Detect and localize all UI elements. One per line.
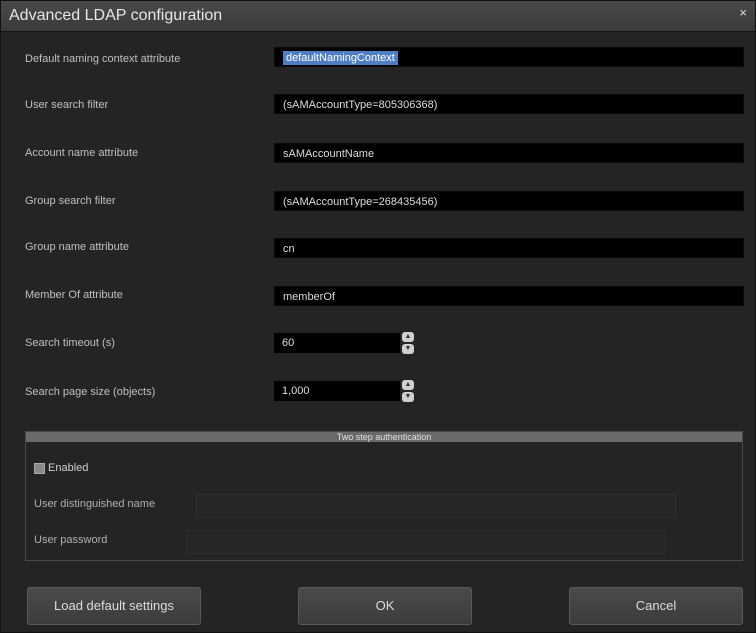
default-naming-context-label: Default naming context attribute bbox=[25, 53, 181, 65]
enabled-checkbox[interactable]: Enabled bbox=[34, 462, 88, 474]
dialog-title: Advanced LDAP configuration bbox=[9, 7, 223, 24]
selected-text: defaultNamingContext bbox=[283, 51, 398, 65]
user-search-filter-label: User search filter bbox=[25, 99, 109, 111]
user-search-filter-input[interactable]: (sAMAccountType=805306368) bbox=[274, 94, 744, 114]
chevron-up-icon[interactable]: ▲ bbox=[402, 380, 414, 390]
default-naming-context-input[interactable]: defaultNamingContext bbox=[274, 47, 744, 67]
ok-button[interactable]: OK bbox=[298, 587, 472, 625]
chevron-up-icon[interactable]: ▲ bbox=[402, 332, 414, 342]
account-name-attribute-input[interactable]: sAMAccountName bbox=[274, 143, 744, 163]
search-timeout-label: Search timeout (s) bbox=[25, 337, 115, 349]
group-search-filter-label: Group search filter bbox=[25, 195, 116, 207]
group-title: Two step authentication bbox=[26, 432, 742, 442]
close-icon[interactable]: × bbox=[739, 5, 747, 20]
search-timeout-stepper[interactable]: ▲ ▼ bbox=[402, 332, 416, 354]
title-bar: Advanced LDAP configuration × bbox=[1, 1, 755, 32]
ldap-config-dialog: Advanced LDAP configuration × Default na… bbox=[0, 0, 756, 633]
chevron-down-icon[interactable]: ▼ bbox=[402, 392, 414, 402]
cancel-button[interactable]: Cancel bbox=[569, 587, 743, 625]
group-name-attribute-input[interactable]: cn bbox=[274, 238, 744, 258]
search-page-size-input[interactable]: 1,000 bbox=[274, 381, 400, 401]
load-default-settings-button[interactable]: Load default settings bbox=[27, 587, 201, 625]
user-password-label: User password bbox=[34, 534, 108, 546]
checkbox-icon[interactable] bbox=[34, 462, 45, 474]
user-dn-label: User distinguished name bbox=[34, 498, 156, 510]
search-page-size-label: Search page size (objects) bbox=[25, 386, 156, 398]
search-timeout-input[interactable]: 60 bbox=[274, 333, 400, 353]
group-search-filter-input[interactable]: (sAMAccountType=268435456) bbox=[274, 191, 744, 211]
user-dn-input[interactable] bbox=[196, 494, 676, 518]
group-name-attribute-label: Group name attribute bbox=[25, 241, 129, 253]
two-step-auth-group: Two step authentication Enabled User dis… bbox=[25, 431, 743, 561]
user-password-input[interactable] bbox=[186, 530, 666, 554]
chevron-down-icon[interactable]: ▼ bbox=[402, 344, 414, 354]
member-of-attribute-label: Member Of attribute bbox=[25, 289, 123, 301]
account-name-attribute-label: Account name attribute bbox=[25, 147, 139, 159]
member-of-attribute-input[interactable]: memberOf bbox=[274, 286, 744, 306]
enabled-label: Enabled bbox=[48, 462, 89, 474]
search-page-size-stepper[interactable]: ▲ ▼ bbox=[402, 380, 416, 402]
